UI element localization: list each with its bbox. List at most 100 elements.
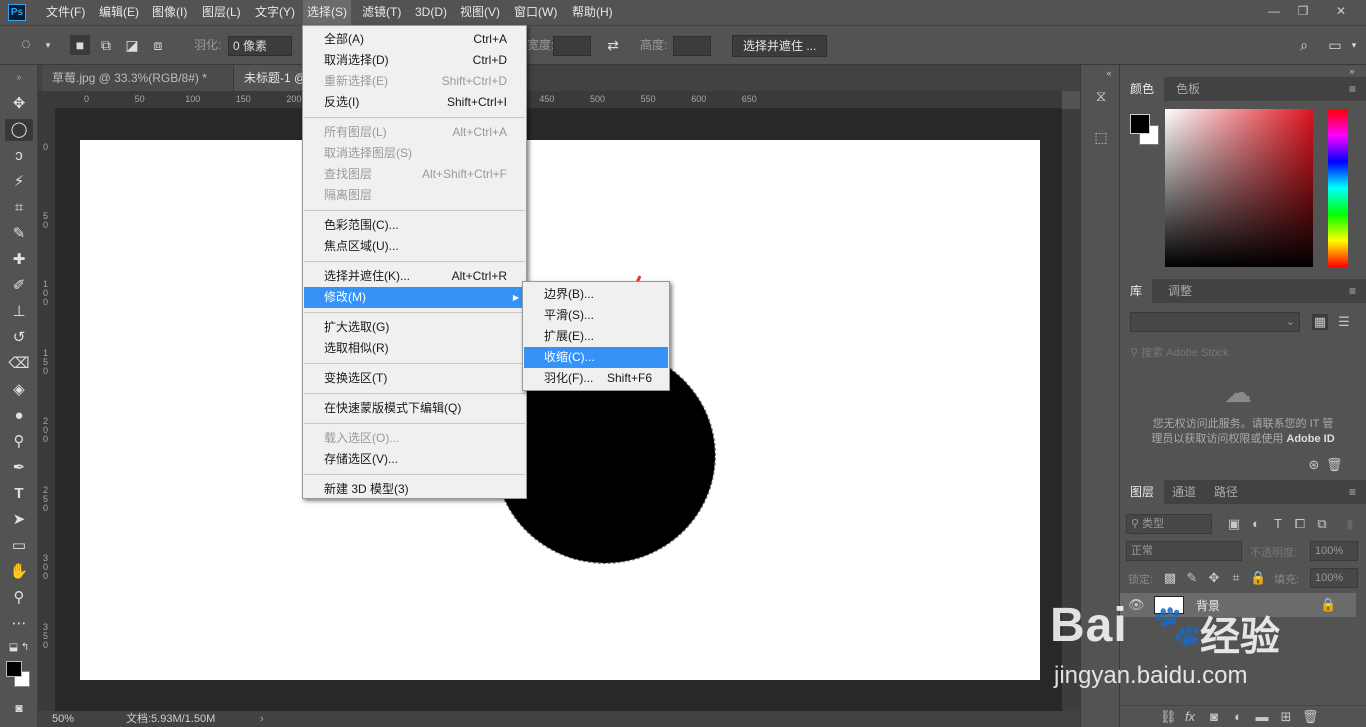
submenu-item-2[interactable]: 扩展(E)... [524, 326, 668, 347]
menu-item-0-1[interactable]: 取消选择(D) Ctrl+D [304, 50, 525, 71]
fill-input[interactable]: 100% [1310, 568, 1358, 588]
menu-item-2-0[interactable]: 色彩范围(C)... [304, 215, 525, 236]
feather-input[interactable]: 0 像素 [228, 36, 292, 56]
color-picker-field[interactable] [1165, 109, 1313, 267]
lasso-tool-icon[interactable]: ↄ [5, 145, 33, 167]
adjustment-layer-icon[interactable]: ◐ [1230, 709, 1246, 725]
smart-object-filter-icon[interactable]: ⧉ [1314, 516, 1330, 532]
type-tool-icon[interactable]: T [5, 483, 33, 505]
workspace-icon[interactable]: ▭ [1325, 35, 1345, 55]
chevron-right-icon[interactable]: › [260, 711, 264, 727]
menu-item-5-0[interactable]: 变换选区(T) [304, 368, 525, 389]
collapse-icon[interactable]: « [1101, 65, 1117, 81]
opacity-input[interactable]: 100% [1310, 541, 1358, 561]
submenu-item-3[interactable]: 收缩(C)... [524, 347, 668, 368]
menu-10[interactable]: 帮助(H) [568, 0, 617, 25]
menu-item-2-1[interactable]: 焦点区域(U)... [304, 236, 525, 257]
swap-icon[interactable]: ⇄ [603, 35, 623, 55]
tab-paths[interactable]: 路径 [1204, 480, 1248, 504]
brush-tool-icon[interactable]: ✐ [5, 275, 33, 297]
blend-mode-dropdown[interactable]: 正常 [1126, 541, 1242, 561]
more-tools-icon[interactable]: ⋯ [5, 613, 33, 635]
3d-panel-icon[interactable]: ⬚ [1093, 129, 1109, 145]
menu-4[interactable]: 文字(Y) [251, 0, 299, 25]
chevron-down-icon[interactable]: ▾ [1344, 35, 1364, 55]
menu-1[interactable]: 编辑(E) [95, 0, 143, 25]
zoom-tool-icon[interactable]: ⚲ [5, 587, 33, 609]
lock-transparent-icon[interactable]: ▩ [1162, 570, 1178, 586]
add-mask-icon[interactable]: ◙ [1206, 709, 1222, 725]
add-selection-icon[interactable]: ⧉ [96, 35, 116, 55]
tab-library[interactable]: 库 [1120, 279, 1153, 303]
history-panel-icon[interactable]: ⧖ [1093, 89, 1109, 105]
path-selection-tool-icon[interactable]: ➤ [5, 509, 33, 531]
menu-item-6-0[interactable]: 在快速蒙版模式下编辑(Q) [304, 398, 525, 419]
eyedropper-tool-icon[interactable]: ✎ [5, 223, 33, 245]
foreground-color-swatch[interactable] [1130, 114, 1150, 134]
tab-swatches[interactable]: 色板 [1166, 77, 1210, 101]
search-icon[interactable]: ⌕ [1294, 35, 1314, 55]
lock-all-icon[interactable]: 🔒 [1250, 570, 1266, 586]
submenu-item-4[interactable]: 羽化(F)... Shift+F6 [524, 368, 668, 389]
height-input[interactable] [673, 36, 711, 56]
swap-colors-icon[interactable]: ⬓ ↰ [5, 637, 33, 659]
menu-item-4-1[interactable]: 选取相似(R) [304, 338, 525, 359]
dodge-tool-icon[interactable]: ⚲ [5, 431, 33, 453]
new-layer-icon[interactable]: ⊞ [1278, 709, 1294, 725]
panel-menu-icon[interactable]: ≡ [1349, 279, 1356, 303]
stock-search[interactable]: ⚲ 搜索 Adobe Stock [1130, 344, 1356, 362]
close-icon[interactable]: ✕ [1330, 2, 1352, 20]
select-and-mask-button[interactable]: 选择并遮住 ... [732, 35, 828, 57]
new-selection-icon[interactable]: ■ [70, 35, 90, 55]
menu-item-3-0[interactable]: 选择并遮住(K)... Alt+Ctrl+R [304, 266, 525, 287]
filter-toggle-icon[interactable]: ▮ [1342, 516, 1358, 532]
tab-strawberry[interactable]: 草莓.jpg @ 33.3%(RGB/8#) * [42, 65, 234, 91]
width-input[interactable] [553, 36, 591, 56]
layer-filter-dropdown[interactable]: ⚲ 类型 [1126, 514, 1212, 534]
list-view-icon[interactable]: ☰ [1336, 314, 1352, 330]
menu-item-3-1[interactable]: 修改(M) ▶ [304, 287, 525, 308]
shape-filter-icon[interactable]: ⧠ [1292, 516, 1308, 532]
panel-menu-icon[interactable]: ≡ [1349, 77, 1356, 101]
lock-pixels-icon[interactable]: ✎ [1184, 570, 1200, 586]
menu-item-8-0[interactable]: 新建 3D 模型(3) [304, 479, 525, 500]
chevron-down-icon[interactable]: ▾ [38, 35, 58, 55]
hand-tool-icon[interactable]: ✋ [5, 561, 33, 583]
menu-3[interactable]: 图层(L) [198, 0, 245, 25]
elliptical-marquee-tool-icon[interactable]: ◯ [5, 119, 33, 141]
intersect-selection-icon[interactable]: ⧈ [148, 35, 168, 55]
tab-channels[interactable]: 通道 [1162, 480, 1206, 504]
tab-layers[interactable]: 图层 [1120, 480, 1165, 504]
new-group-icon[interactable]: ▬ [1254, 709, 1270, 725]
crop-tool-icon[interactable]: ⌗ [5, 197, 33, 219]
menu-0[interactable]: 文件(F) [42, 0, 89, 25]
collapse-icon[interactable]: » [5, 66, 33, 88]
magic-wand-tool-icon[interactable]: ⚡ [5, 171, 33, 193]
trash-icon[interactable]: 🗑 [1302, 709, 1319, 725]
link-layers-icon[interactable]: ⛓ [1160, 709, 1177, 725]
move-tool-icon[interactable]: ✥ [5, 93, 33, 115]
history-brush-tool-icon[interactable]: ↺ [5, 327, 33, 349]
subtract-selection-icon[interactable]: ◪ [122, 35, 142, 55]
blur-tool-icon[interactable]: ● [5, 405, 33, 427]
ellipse-marquee-icon[interactable]: ◌ [16, 35, 36, 55]
fx-icon[interactable]: fx [1182, 709, 1198, 725]
trash-icon[interactable]: 🗑 [1326, 457, 1343, 473]
adjustment-filter-icon[interactable]: ◐ [1248, 516, 1264, 532]
grid-view-icon[interactable]: ▦ [1312, 314, 1328, 330]
rectangle-tool-icon[interactable]: ▭ [5, 535, 33, 557]
menu-8[interactable]: 视图(V) [456, 0, 504, 25]
menu-9[interactable]: 窗口(W) [510, 0, 561, 25]
library-dropdown[interactable]: ⌄ [1130, 312, 1300, 332]
submenu-item-0[interactable]: 边界(B)... [524, 284, 668, 305]
minimize-icon[interactable]: — [1263, 2, 1285, 20]
lock-artboard-icon[interactable]: ⌗ [1228, 570, 1244, 586]
creative-cloud-icon[interactable]: ⊛ [1306, 457, 1322, 473]
zoom-level[interactable]: 50% [52, 711, 74, 727]
adobe-id-link[interactable]: Adobe ID [1286, 433, 1334, 445]
menu-6[interactable]: 滤镜(T) [358, 0, 405, 25]
pen-tool-icon[interactable]: ✒ [5, 457, 33, 479]
tab-color[interactable]: 颜色 [1120, 77, 1165, 101]
submenu-item-1[interactable]: 平滑(S)... [524, 305, 668, 326]
menu-5[interactable]: 选择(S) [303, 0, 351, 25]
